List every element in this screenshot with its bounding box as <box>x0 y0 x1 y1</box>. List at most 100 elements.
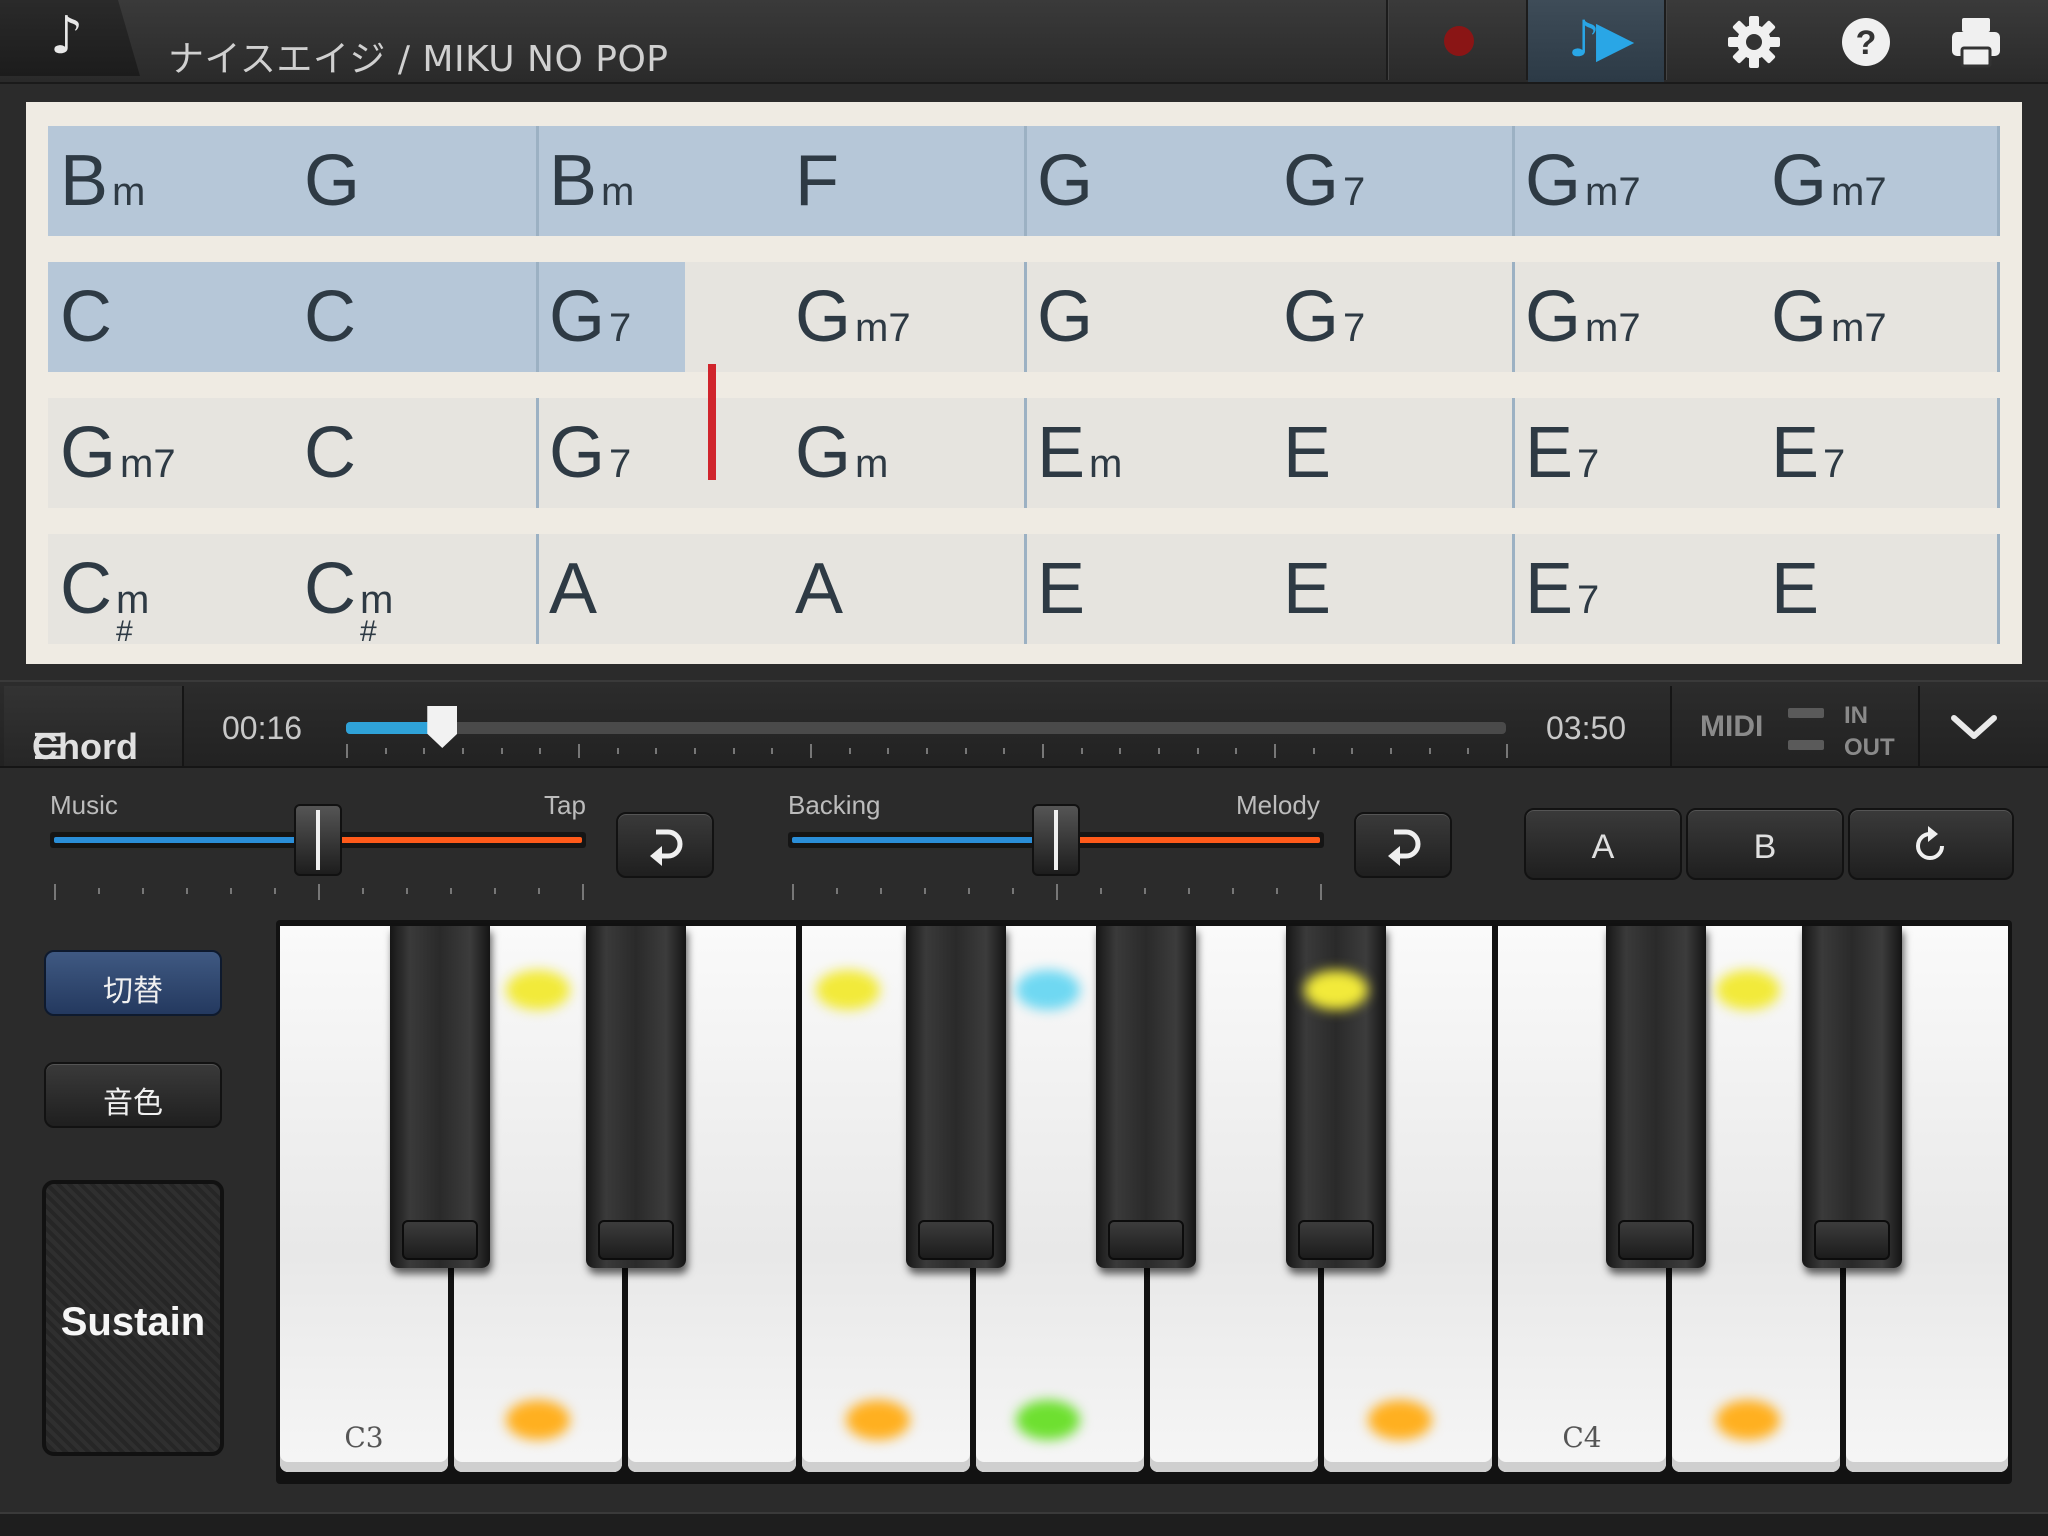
chord-menu-label: Chord <box>32 726 138 767</box>
black-key[interactable] <box>1802 926 1902 1268</box>
chord-label: Gm7 <box>795 277 911 357</box>
melody-label: Melody <box>1236 790 1320 820</box>
play-song-button[interactable]: ♪▶ <box>1528 0 1664 82</box>
slider-tick <box>880 888 882 894</box>
black-key[interactable] <box>1606 926 1706 1268</box>
repeat-reset-button[interactable] <box>1848 808 2014 880</box>
chord-menu-button[interactable]: ☰ Chord <box>4 686 184 767</box>
slider-tick <box>924 888 926 894</box>
switch-label: 切替 <box>103 974 163 1009</box>
song-title: ナイスエイジ / MIKU NO POP <box>168 39 669 80</box>
chord-label: E <box>1283 413 1332 493</box>
seek-tick <box>1003 748 1006 754</box>
seek-tick <box>1235 748 1238 754</box>
note-glow-yellow <box>1716 970 1780 1010</box>
slider-tick <box>362 888 364 894</box>
measure[interactable]: A A <box>536 534 1024 644</box>
seek-thumb[interactable] <box>427 706 458 748</box>
seek-tick <box>926 748 928 754</box>
music-note-icon: ♪ <box>50 6 84 66</box>
backing-melody-reset-button[interactable] <box>1354 812 1452 878</box>
music-tap-reset-button[interactable] <box>616 812 714 878</box>
note-glow-orange <box>506 1400 570 1440</box>
measure[interactable]: Bm G <box>48 126 536 236</box>
slider-blue-fill <box>792 837 1056 843</box>
backing-melody-thumb[interactable] <box>1032 804 1080 876</box>
slider-tick <box>1144 888 1146 894</box>
slider-tick <box>1232 888 1234 894</box>
note-glow-orange <box>1368 1400 1432 1440</box>
chord-label: Gm7 <box>1525 141 1641 221</box>
sustain-label: Sustain <box>60 1300 206 1344</box>
top-bar: ♪ ナイスエイジ / MIKU NO POP ♪▶ ? <box>0 0 2048 84</box>
measure[interactable]: Em E <box>1024 398 1512 508</box>
music-label: Music <box>50 790 118 820</box>
tone-button[interactable]: 音色 <box>44 1062 222 1128</box>
help-icon[interactable]: ? <box>1838 14 1894 70</box>
black-key[interactable] <box>1096 926 1196 1268</box>
measure[interactable]: Gm7 Gm7 <box>1512 262 2000 372</box>
seek-tick <box>578 744 580 758</box>
note-glow-green <box>1016 1400 1080 1440</box>
seek-tick <box>655 748 658 754</box>
record-icon <box>1444 26 1474 56</box>
seek-tick <box>1274 744 1276 758</box>
measure[interactable]: G G7 <box>1024 126 1512 236</box>
key-label: C3 <box>344 1421 384 1454</box>
black-key[interactable] <box>390 926 490 1268</box>
chevron-down-icon[interactable] <box>1942 696 2006 756</box>
seek-tick <box>1506 744 1508 758</box>
note-glow-orange <box>1716 1400 1780 1440</box>
seek-track[interactable] <box>346 722 1506 734</box>
music-tap-thumb[interactable] <box>294 804 342 876</box>
seek-tick <box>1119 748 1122 754</box>
measure[interactable]: C # m C # m <box>48 534 536 648</box>
chord-label: G <box>304 141 361 221</box>
measure-current[interactable]: G7 Gm7 <box>536 262 1024 372</box>
repeat-b-button[interactable]: B <box>1686 808 1844 880</box>
measure[interactable]: E7 E <box>1512 534 2000 644</box>
measure[interactable]: Gm7 C <box>48 398 536 508</box>
black-key[interactable] <box>906 926 1006 1268</box>
black-key[interactable] <box>586 926 686 1268</box>
record-button[interactable] <box>1388 0 1528 82</box>
measure[interactable]: Bm F <box>536 126 1024 236</box>
slider-tick <box>1276 888 1278 894</box>
seek-tick <box>848 748 851 754</box>
midi-status[interactable]: MIDI IN OUT <box>1670 686 1920 766</box>
slider-tick <box>1056 884 1058 900</box>
measure[interactable]: Gm7 Gm7 <box>1512 126 2000 236</box>
measure[interactable]: C C <box>48 262 536 372</box>
seek-tick <box>1467 748 1470 754</box>
measure[interactable]: E E <box>1024 534 1512 644</box>
print-icon[interactable] <box>1948 14 2004 70</box>
return-arrow-icon <box>650 829 683 866</box>
measure[interactable]: G7 Gm <box>536 398 1024 508</box>
midi-in-label: IN <box>1844 702 1868 729</box>
note-glow-orange <box>846 1400 910 1440</box>
chord-label: Bm <box>60 141 146 221</box>
slider-tick <box>406 888 408 894</box>
gear-icon[interactable] <box>1726 14 1782 70</box>
seek-tick <box>423 748 426 754</box>
chord-label: C <box>304 413 356 493</box>
chord-label: G7 <box>549 413 632 493</box>
tone-label: 音色 <box>103 1086 163 1121</box>
key-label: C4 <box>1562 1421 1602 1454</box>
repeat-a-button[interactable]: A <box>1524 808 1682 880</box>
total-time: 03:50 <box>1546 710 1627 746</box>
slider-tick <box>274 888 276 894</box>
measure[interactable]: G G7 <box>1024 262 1512 372</box>
seek-tick <box>1042 744 1044 758</box>
sustain-pedal-button[interactable]: Sustain <box>42 1180 224 1456</box>
switch-button[interactable]: 切替 <box>44 950 222 1016</box>
chord-label: G7 <box>549 277 632 357</box>
chord-chart[interactable]: Bm G Bm F G G7 Gm7 Gm7 C C G7 Gm7 G G7 G… <box>26 102 2022 664</box>
measure[interactable]: E7 E7 <box>1512 398 2000 508</box>
slider-blue-fill <box>54 837 318 843</box>
chord-label: G <box>1037 141 1094 221</box>
repeat-a-label: A <box>1591 828 1615 866</box>
song-menu-button[interactable]: ♪ <box>0 0 140 76</box>
midi-in-indicator <box>1788 708 1824 718</box>
seek-tick <box>1196 748 1199 754</box>
